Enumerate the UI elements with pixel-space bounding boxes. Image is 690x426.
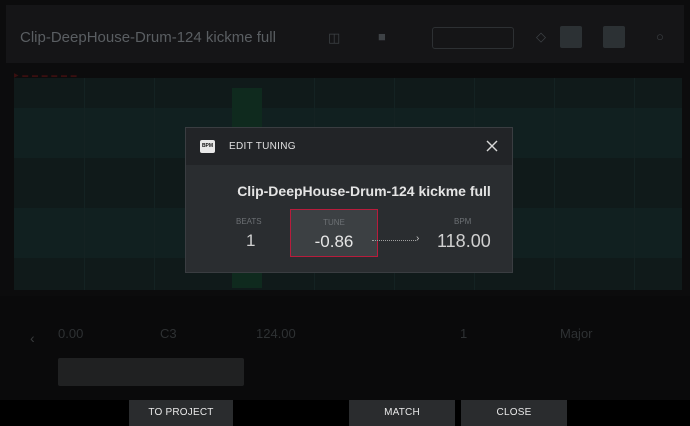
mode-selector: [432, 27, 514, 49]
clip-name: Clip-DeepHouse-Drum-124 kickme full: [237, 183, 491, 199]
param-value: 124.00: [256, 326, 296, 341]
bpm-value[interactable]: 118.00: [437, 231, 491, 252]
beats-label: BEATS: [236, 217, 262, 226]
top-toolbar: Clip-DeepHouse-Drum-124 kickme full ◫ ■ …: [6, 5, 684, 63]
grid-line: [84, 78, 85, 290]
close-icon[interactable]: [484, 138, 500, 154]
parameter-panel: 0.00 C3 124.00 1 Major: [0, 296, 690, 406]
dialog-header: BPM EDIT TUNING: [186, 128, 512, 165]
info-icon: ◫: [328, 30, 341, 45]
param-value: 1: [460, 326, 468, 341]
to-project-button[interactable]: TO PROJECT: [129, 400, 233, 426]
conversion-arrow-line: [372, 240, 416, 241]
edit-tuning-dialog: BPM EDIT TUNING Clip-DeepHouse-Drum-124 …: [185, 127, 513, 273]
param-value: C3: [160, 326, 177, 341]
tune-label: TUNE: [323, 218, 345, 227]
bpm-icon: BPM: [200, 140, 215, 153]
param-value: 0.00: [58, 326, 84, 341]
chevron-left-icon: ‹: [30, 330, 35, 346]
param-value: Major: [560, 326, 593, 341]
zoom-button: [560, 26, 582, 48]
grid-line: [154, 78, 155, 290]
arrow-right-icon: ›: [416, 233, 420, 244]
close-button[interactable]: CLOSE: [461, 400, 567, 426]
settings-icon: ○: [656, 29, 664, 44]
dialog-title: EDIT TUNING: [229, 141, 296, 152]
background-clip-title: Clip-DeepHouse-Drum-124 kickme full: [20, 29, 276, 46]
lock-icon: ■: [378, 29, 386, 44]
grid-view-button: [603, 26, 625, 48]
tune-field[interactable]: TUNE -0.86: [290, 209, 378, 257]
beats-value[interactable]: 1: [246, 231, 255, 251]
background-button: [58, 358, 244, 386]
bpm-label: BPM: [454, 217, 472, 226]
grid-line: [554, 78, 555, 290]
pencil-icon: ◇: [536, 29, 546, 44]
footer-bar: TO PROJECT MATCH CLOSE: [0, 400, 690, 426]
match-button[interactable]: MATCH: [349, 400, 455, 426]
grid-line: [634, 78, 635, 290]
tune-value[interactable]: -0.86: [291, 232, 377, 252]
